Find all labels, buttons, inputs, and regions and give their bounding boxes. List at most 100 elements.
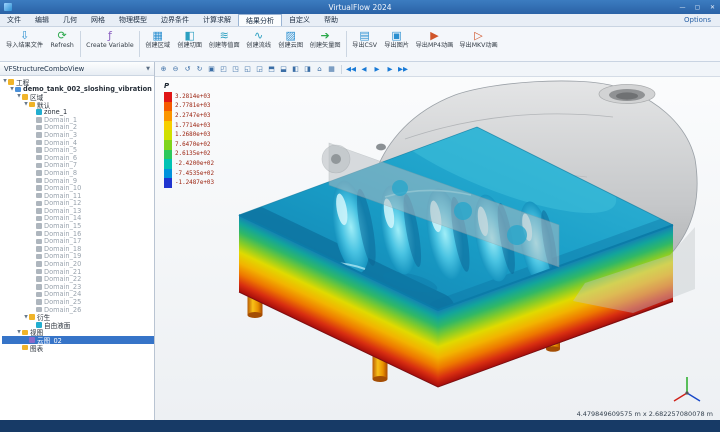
- domain-icon: [36, 200, 42, 207]
- tree-item-zone_1[interactable]: zone_1: [2, 108, 154, 116]
- create-region-button[interactable]: ▦ 创建区域: [142, 28, 174, 60]
- create-slice-label: 创建切面: [177, 42, 203, 49]
- domain-icon: [36, 299, 42, 305]
- export-mp4-label: 导出MP4动画: [415, 42, 454, 49]
- create-slice-button[interactable]: ◧ 创建切面: [174, 28, 206, 60]
- tree-item-Domain_26[interactable]: Domain_26: [2, 306, 154, 314]
- menu-item-4[interactable]: 网格: [84, 14, 112, 26]
- tree-item-默认[interactable]: ▼ 默认: [2, 101, 154, 110]
- menu-item-6[interactable]: 边界条件: [154, 14, 196, 26]
- export-image-button[interactable]: ▣ 导出图片: [381, 28, 413, 60]
- tree-item-图表[interactable]: 图表: [2, 344, 154, 353]
- import-results-button[interactable]: ⇩ 导入结果文件: [3, 28, 46, 60]
- axes-triad: [673, 377, 701, 402]
- 3d-viewport[interactable]: P 3.2814e+03 2.7781e+03 2.2747e+03 1.7714e+…: [155, 77, 720, 420]
- legend-rows: 3.2814e+03 2.7781e+03 2.2747e+03 1.7714e+03…: [164, 92, 214, 188]
- create-contour-button[interactable]: ▨ 创建云图: [275, 28, 307, 60]
- menu-item-8[interactable]: 结果分析: [238, 14, 282, 26]
- view-left-icon[interactable]: ◱: [242, 64, 253, 75]
- legend-color-cell: [164, 120, 172, 131]
- view-top-icon[interactable]: ⬒: [266, 64, 277, 75]
- skip-start-icon[interactable]: ◀◀: [345, 64, 357, 75]
- view-iso-icon[interactable]: ◧: [290, 64, 301, 75]
- legend-color-cell: [164, 159, 172, 169]
- export-mkv-button[interactable]: ▷ 导出MKV动画: [456, 28, 500, 60]
- create-isosurface-button[interactable]: ≋ 创建等值面: [206, 28, 243, 60]
- legend-entry: -1.2487e+03: [164, 178, 214, 188]
- structure-panel-title: VFStructureComboView: [4, 64, 85, 73]
- refresh-button[interactable]: ⟳ Refresh: [46, 28, 78, 60]
- view-bottom-icon[interactable]: ⬓: [278, 64, 289, 75]
- create-vector-button[interactable]: ➔ 创建矢量图: [307, 28, 344, 60]
- tree-item-Domain_8[interactable]: Domain_8: [2, 169, 154, 177]
- view-front-icon[interactable]: ◰: [218, 64, 229, 75]
- tree-item-demo_tank_002_sloshing_vibration[interactable]: ▼ demo_tank_002_sloshing_vibration: [2, 85, 154, 93]
- tree-item-Domain_4[interactable]: Domain_4: [2, 139, 154, 147]
- domain-icon: [36, 238, 42, 245]
- domain-icon: [36, 154, 42, 161]
- play-icon[interactable]: ▶: [371, 64, 383, 75]
- import-results-label: 导入结果文件: [6, 42, 44, 49]
- grid-icon[interactable]: ▦: [326, 64, 337, 75]
- domain-icon: [36, 230, 42, 237]
- zoom-out-icon[interactable]: ⊖: [170, 64, 181, 75]
- folder-icon: [29, 314, 35, 320]
- tree-item-区域[interactable]: ▼ 区域: [2, 93, 154, 102]
- skip-end-icon[interactable]: ▶▶: [397, 64, 409, 75]
- tree-item-Domain_2[interactable]: Domain_2: [2, 123, 154, 131]
- rotate-left-icon[interactable]: ↺: [182, 64, 193, 75]
- menu-item-3[interactable]: 几何: [56, 14, 84, 26]
- viewport-panel: ⊕ ⊖ ↺ ↻ ▣ ◰ ◳ ◱ ◲ ⬒ ⬓ ◧ ◨ ⌂ ▦ ◀◀ ◀ ▶ ▶ ▶▶: [155, 62, 720, 420]
- domain-icon: [36, 246, 42, 252]
- menu-item-10[interactable]: 帮助: [317, 14, 345, 26]
- tree-item-视图[interactable]: ▼ 视图: [2, 329, 154, 337]
- menu-item-9[interactable]: 自定义: [282, 14, 317, 26]
- legend-color-cell: [164, 101, 172, 112]
- tree-item-Domain_3[interactable]: Domain_3: [2, 131, 154, 139]
- menu-item-2[interactable]: 编辑: [28, 14, 56, 26]
- step-back-icon[interactable]: ◀: [358, 64, 370, 75]
- create-region-label: 创建区域: [145, 42, 171, 49]
- toolbar-separator: [138, 31, 140, 57]
- status-bar: [0, 420, 720, 432]
- tree-item-自由液面[interactable]: 自由液面: [2, 321, 154, 330]
- create-streamline-button[interactable]: ∿ 创建流线: [243, 28, 275, 60]
- tree-item-衍生[interactable]: ▼ 衍生: [2, 313, 154, 322]
- step-forward-icon[interactable]: ▶: [384, 64, 396, 75]
- create-contour-label: 创建云图: [278, 42, 304, 49]
- zoom-in-icon[interactable]: ⊕: [158, 64, 169, 75]
- structure-panel-header[interactable]: VFStructureComboView ▼: [0, 62, 154, 76]
- menu-item-7[interactable]: 计算求解: [196, 14, 238, 26]
- home-view-icon[interactable]: ⌂: [314, 64, 325, 75]
- menu-item-5[interactable]: 物理模型: [112, 14, 154, 26]
- perspective-icon[interactable]: ◨: [302, 64, 313, 75]
- options-menu[interactable]: Options: [675, 14, 720, 26]
- domain-icon: [36, 268, 42, 275]
- tree-item-Domain_1[interactable]: Domain_1: [2, 116, 154, 124]
- view-right-icon[interactable]: ◲: [254, 64, 265, 75]
- domain-icon: [36, 139, 42, 146]
- fit-view-icon[interactable]: ▣: [206, 64, 217, 75]
- rotate-right-icon[interactable]: ↻: [194, 64, 205, 75]
- tree-item-Domain_7[interactable]: Domain_7: [2, 161, 154, 169]
- close-button[interactable]: ✕: [705, 1, 720, 13]
- menu-item-1[interactable]: 文件: [0, 14, 28, 26]
- folder-icon: [29, 101, 35, 108]
- legend-entry: 1.7714e+03: [164, 120, 214, 131]
- folder-icon: [22, 94, 28, 100]
- domain-icon: [36, 215, 42, 222]
- legend-color-cell: [164, 149, 172, 160]
- tree-item-云图_02[interactable]: 云图_02: [2, 336, 154, 345]
- domain-icon: [36, 276, 42, 282]
- tree-item-Domain_5[interactable]: Domain_5: [2, 146, 154, 154]
- export-csv-label: 导出CSV: [352, 42, 377, 49]
- export-csv-button[interactable]: ▤ 导出CSV: [349, 28, 381, 60]
- chevron-down-icon: ▼: [146, 65, 150, 72]
- minimize-button[interactable]: —: [675, 1, 690, 13]
- create-variable-button[interactable]: ƒ Create Variable: [83, 28, 137, 60]
- maximize-button[interactable]: ▢: [690, 1, 705, 13]
- create-isosurface-icon: ≋: [219, 29, 229, 42]
- view-back-icon[interactable]: ◳: [230, 64, 241, 75]
- export-mp4-button[interactable]: ▶ 导出MP4动画: [413, 28, 457, 60]
- tree-item-Domain_6[interactable]: Domain_6: [2, 154, 154, 162]
